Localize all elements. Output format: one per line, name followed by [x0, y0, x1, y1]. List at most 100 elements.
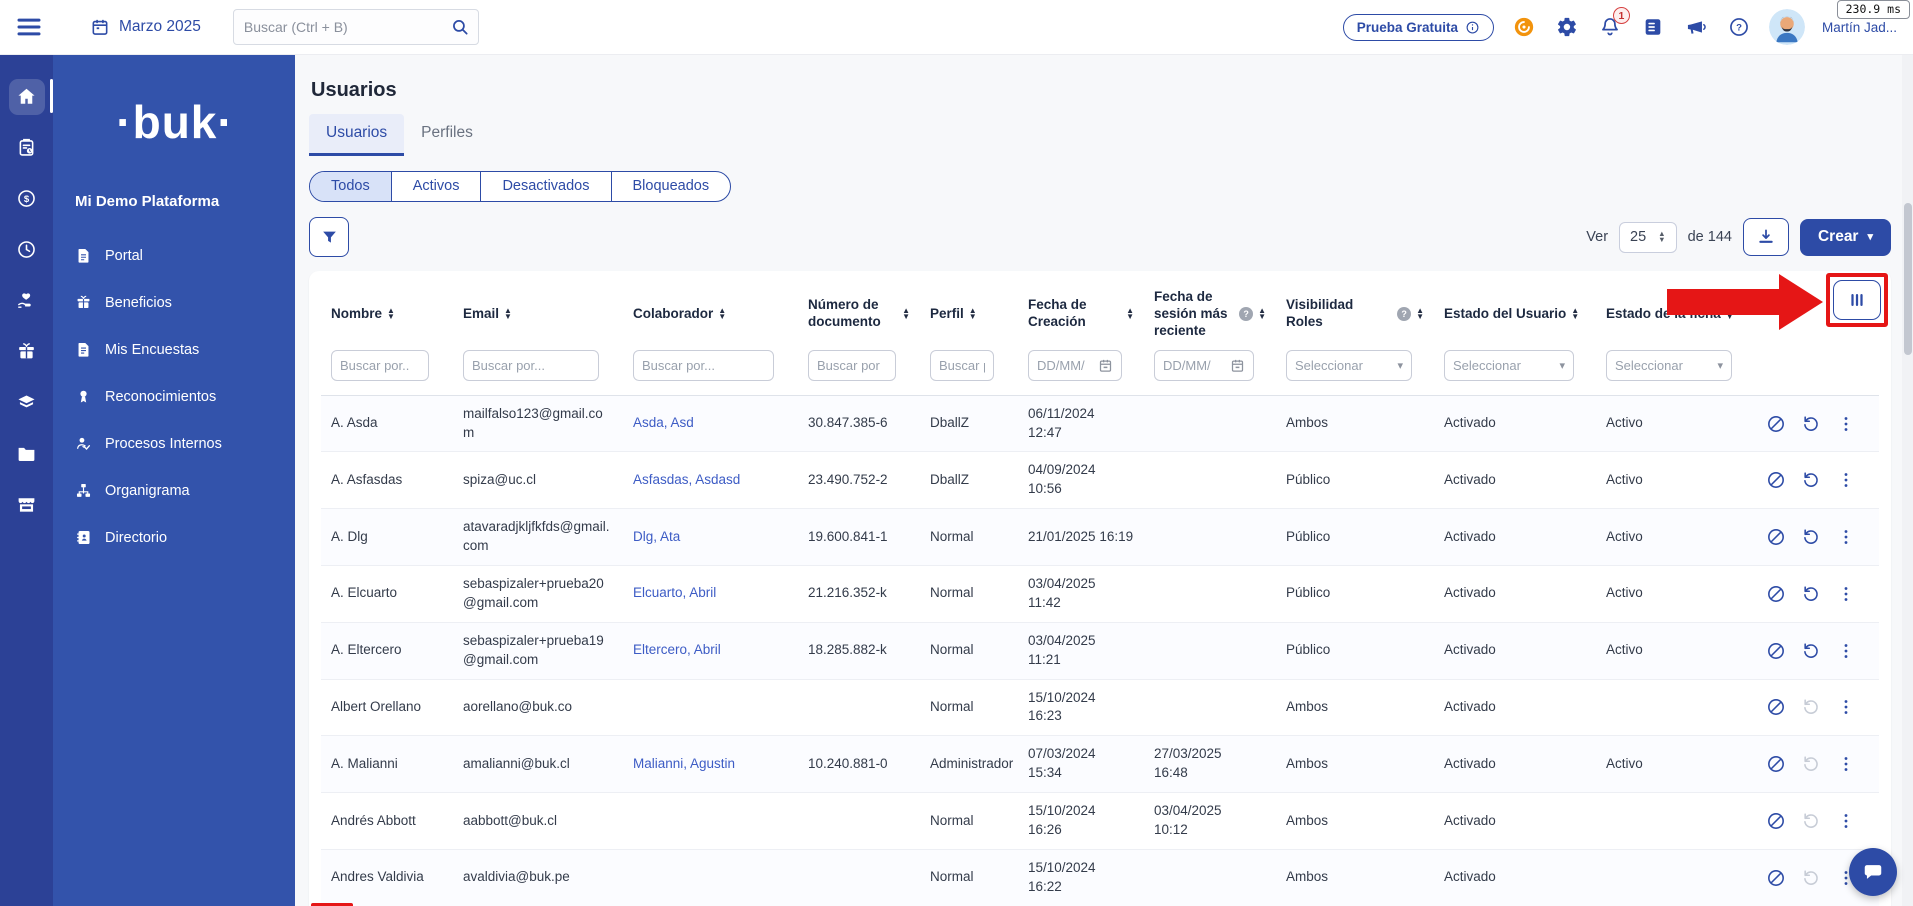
page-size-select[interactable]: 25 ▲▼ — [1619, 222, 1677, 253]
sidebar-item-procesos-internos[interactable]: Procesos Internos — [73, 420, 277, 467]
deactivate-user-button[interactable] — [1766, 584, 1786, 604]
filter-input-perfil[interactable] — [930, 350, 994, 381]
row-actions-menu-button[interactable] — [1836, 414, 1856, 434]
rail-item-hand-heart[interactable] — [0, 275, 53, 326]
tab-usuarios[interactable]: Usuarios — [309, 114, 404, 156]
colaborador-link[interactable]: Asfasdas, Asdasd — [633, 472, 740, 487]
sort-icon[interactable]: ▲▼ — [1726, 308, 1734, 321]
deactivate-user-button[interactable] — [1766, 697, 1786, 717]
filter-select-estado_usuario[interactable]: Seleccionar▾ — [1444, 350, 1574, 381]
sort-icon[interactable]: ▲▼ — [1258, 308, 1266, 321]
colaborador-link[interactable]: Elcuarto, Abril — [633, 585, 716, 600]
colaborador-link[interactable]: Eltercero, Abril — [633, 642, 721, 657]
filter-select-visibilidad[interactable]: Seleccionar▾ — [1286, 350, 1412, 381]
rail-item-clipboard-clock[interactable] — [0, 122, 53, 173]
announcements-button[interactable] — [1683, 14, 1709, 40]
scrollbar-thumb[interactable] — [1904, 203, 1912, 355]
refresh-icon — [1801, 527, 1821, 547]
hamburger-menu-button[interactable] — [14, 12, 44, 42]
column-info-icon[interactable]: ? — [1397, 307, 1411, 321]
sort-icon[interactable]: ▲▼ — [1571, 308, 1579, 321]
global-search-input[interactable] — [244, 19, 450, 35]
sort-icon[interactable]: ▲▼ — [902, 308, 910, 321]
create-button[interactable]: Crear ▾ — [1800, 219, 1891, 256]
deactivate-user-button[interactable] — [1766, 868, 1786, 888]
reset-user-button[interactable] — [1801, 470, 1821, 490]
reset-user-button[interactable] — [1801, 641, 1821, 661]
vertical-scrollbar[interactable] — [1902, 55, 1913, 906]
rewards-button[interactable] — [1511, 14, 1537, 40]
sort-icon[interactable]: ▲▼ — [718, 308, 726, 321]
trial-badge[interactable]: Prueba Gratuita — [1343, 14, 1494, 41]
segment-bloqueados[interactable]: Bloqueados — [611, 172, 731, 201]
sidebar-item-mis-encuestas[interactable]: Mis Encuestas — [73, 326, 277, 373]
filters-button[interactable] — [309, 217, 349, 257]
filter-input-nombre[interactable] — [331, 350, 429, 381]
row-actions-menu-button[interactable] — [1836, 641, 1856, 661]
reset-user-button[interactable] — [1801, 527, 1821, 547]
help-button[interactable]: ? — [1726, 14, 1752, 40]
deactivate-user-button[interactable] — [1766, 527, 1786, 547]
sort-icon[interactable]: ▲▼ — [504, 308, 512, 321]
row-actions-menu-button[interactable] — [1836, 470, 1856, 490]
segment-activos[interactable]: Activos — [391, 172, 481, 201]
sort-icon[interactable]: ▲▼ — [1416, 308, 1424, 321]
rail-item-gift[interactable] — [0, 326, 53, 377]
deactivate-user-button[interactable] — [1766, 414, 1786, 434]
sidebar-item-organigrama[interactable]: Organigrama — [73, 467, 277, 514]
user-avatar[interactable] — [1769, 9, 1805, 45]
reset-user-button[interactable] — [1801, 811, 1821, 831]
row-actions-menu-button[interactable] — [1836, 754, 1856, 774]
sort-icon[interactable]: ▲▼ — [969, 308, 977, 321]
row-actions-menu-button[interactable] — [1836, 584, 1856, 604]
filter-input-documento[interactable] — [808, 350, 896, 381]
reset-user-button[interactable] — [1801, 754, 1821, 774]
reset-user-button[interactable] — [1801, 584, 1821, 604]
segment-desactivados[interactable]: Desactivados — [480, 172, 610, 201]
rail-item-layers[interactable] — [0, 377, 53, 428]
deactivate-user-button[interactable] — [1766, 754, 1786, 774]
reset-user-button[interactable] — [1801, 868, 1821, 888]
rail-item-dollar[interactable]: $ — [0, 173, 53, 224]
deactivate-user-button[interactable] — [1766, 641, 1786, 661]
colaborador-link[interactable]: Asda, Asd — [633, 415, 694, 430]
column-info-icon[interactable]: ? — [1239, 307, 1253, 321]
sort-icon[interactable]: ▲▼ — [387, 308, 395, 321]
rail-item-storefront[interactable] — [0, 479, 53, 530]
filter-input-email[interactable] — [463, 350, 599, 381]
settings-button[interactable] — [1554, 14, 1580, 40]
filter-date-creacion[interactable]: DD/MM/ — [1028, 350, 1122, 381]
deactivate-user-button[interactable] — [1766, 470, 1786, 490]
colaborador-link[interactable]: Dlg, Ata — [633, 529, 680, 544]
deactivate-user-button[interactable] — [1766, 811, 1786, 831]
notifications-button[interactable]: 1 — [1597, 14, 1623, 40]
sort-icon[interactable]: ▲▼ — [1126, 308, 1134, 321]
reset-user-button[interactable] — [1801, 697, 1821, 717]
sidebar-item-reconocimientos[interactable]: Reconocimientos — [73, 373, 277, 420]
filter-input-colaborador[interactable] — [633, 350, 774, 381]
table-filter-row: DD/MM/DD/MM/Seleccionar▾ Seleccionar▾ Sele… — [321, 344, 1879, 396]
tasks-button[interactable] — [1640, 14, 1666, 40]
rail-item-clock[interactable] — [0, 224, 53, 275]
download-button[interactable] — [1743, 218, 1789, 256]
row-actions-menu-button[interactable] — [1836, 527, 1856, 547]
search-icon[interactable] — [450, 17, 470, 37]
sidebar-item-portal[interactable]: Portal — [73, 232, 277, 279]
rail-item-home[interactable] — [0, 71, 53, 122]
filter-date-sesion[interactable]: DD/MM/ — [1154, 350, 1254, 381]
period-selector[interactable]: Marzo 2025 — [90, 17, 201, 37]
row-actions-menu-button[interactable] — [1836, 811, 1856, 831]
tab-perfiles[interactable]: Perfiles — [404, 114, 490, 156]
sidebar-item-directorio[interactable]: Directorio — [73, 514, 277, 561]
user-name[interactable]: Martín Jad... — [1822, 20, 1897, 35]
column-settings-button[interactable] — [1833, 280, 1881, 320]
colaborador-link[interactable]: Malianni, Agustin — [633, 756, 735, 771]
rail-item-folder[interactable] — [0, 428, 53, 479]
ban-icon — [1766, 754, 1786, 774]
filter-select-estado_ficha[interactable]: Seleccionar▾ — [1606, 350, 1732, 381]
sidebar-item-beneficios[interactable]: Beneficios — [73, 279, 277, 326]
reset-user-button[interactable] — [1801, 414, 1821, 434]
segment-todos[interactable]: Todos — [310, 172, 391, 201]
row-actions-menu-button[interactable] — [1836, 697, 1856, 717]
chat-widget-button[interactable] — [1849, 848, 1897, 896]
